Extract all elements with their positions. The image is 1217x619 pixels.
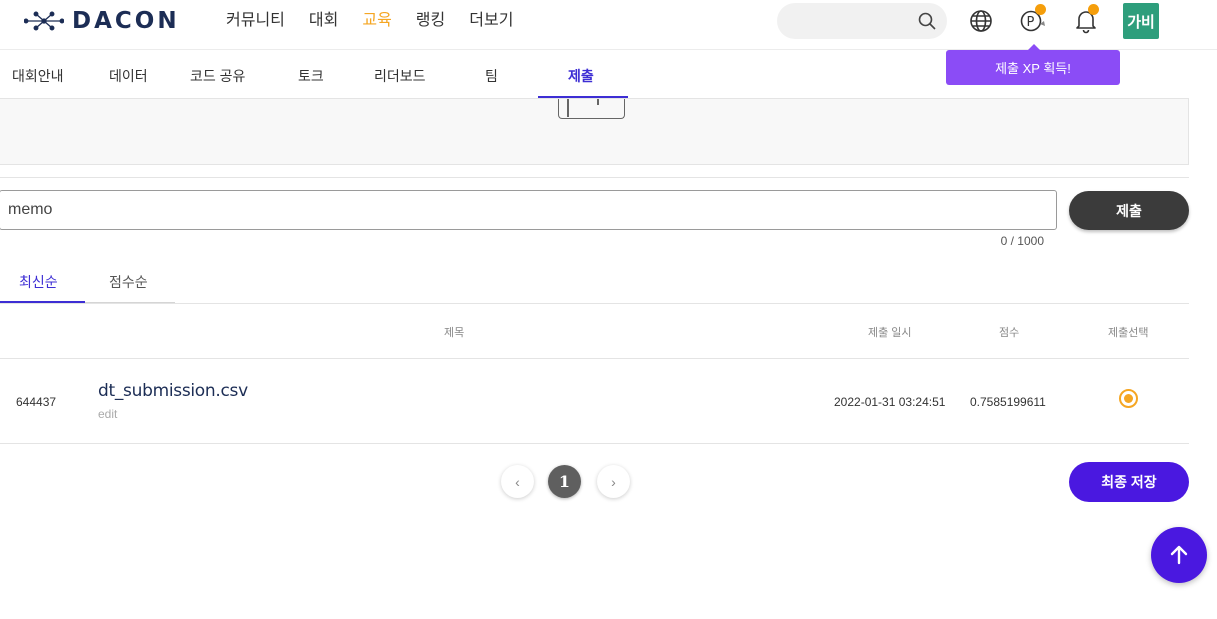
memo-char-count: 0 / 1000 [1000,234,1044,248]
divider [0,177,1189,178]
column-header-title: 제목 [444,327,465,339]
file-upload-area[interactable] [0,99,1189,165]
bell-icon[interactable] [1073,4,1099,34]
arrow-up-icon [1170,545,1188,565]
active-tab-indicator [538,96,628,98]
scroll-top-button[interactable] [1151,527,1207,583]
logo-text: DACON [72,8,180,34]
submission-score: 0.7585199611 [970,395,1046,409]
submission-date: 2022-01-31 03:24:51 [834,395,946,409]
tab-overview[interactable]: 대회안내 [12,66,64,86]
submission-id: 644437 [16,395,57,409]
search-icon[interactable] [918,12,936,30]
nav-education[interactable]: 교육 [362,11,391,31]
main-nav: 커뮤니티 대회 교육 랭킹 더보기 [226,11,537,31]
dacon-logo-icon [24,11,64,31]
next-page-button[interactable]: › [597,465,630,498]
prev-page-button[interactable]: ‹ [501,465,534,498]
nav-competition[interactable]: 대회 [309,11,338,31]
tab-leaderboard[interactable]: 리더보드 [374,66,426,86]
sort-latest-tab[interactable]: 최신순 [19,272,58,292]
table-bottom-border [0,443,1189,444]
avatar[interactable]: 가비 [1123,3,1159,39]
tab-code-share[interactable]: 코드 공유 [190,66,245,86]
table-header-border [0,358,1189,359]
sort-score-tab[interactable]: 점수순 [109,272,148,292]
final-save-button[interactable]: 최종 저장 [1069,462,1189,502]
notification-dot [1035,4,1046,15]
tab-talk[interactable]: 토크 [298,66,324,86]
current-page[interactable]: 1 [548,465,581,498]
nav-ranking[interactable]: 랭킹 [416,11,445,31]
tab-data[interactable]: 데이터 [109,66,148,86]
globe-icon[interactable] [968,8,994,34]
submit-button[interactable]: 제출 [1069,191,1189,230]
tab-team[interactable]: 팀 [485,66,498,86]
table-top-border [0,303,1189,304]
notification-dot [1088,4,1099,15]
column-header-score: 점수 [999,327,1020,339]
dacon-logo[interactable]: DACON [24,8,180,34]
upload-icon [558,99,625,119]
column-header-select: 제출선택 [1108,327,1149,339]
submission-file-name[interactable]: dt_submission.csv [98,381,248,401]
nav-more[interactable]: 더보기 [469,11,513,31]
point-icon[interactable]: P [1020,4,1046,34]
column-header-date: 제출 일시 [868,327,912,339]
tab-submit[interactable]: 제출 [568,66,594,86]
competition-tabs: 대회안내 데이터 코드 공유 토크 리더보드 팀 제출 [0,50,1189,99]
nav-community[interactable]: 커뮤니티 [226,11,285,31]
svg-text:P: P [1027,15,1035,30]
edit-link[interactable]: edit [98,407,117,421]
search-input[interactable] [777,3,947,39]
top-header: DACON 커뮤니티 대회 교육 랭킹 더보기 P 가비 [0,0,1217,50]
submission-select-radio[interactable] [1119,389,1138,408]
memo-input[interactable]: memo [0,190,1057,230]
